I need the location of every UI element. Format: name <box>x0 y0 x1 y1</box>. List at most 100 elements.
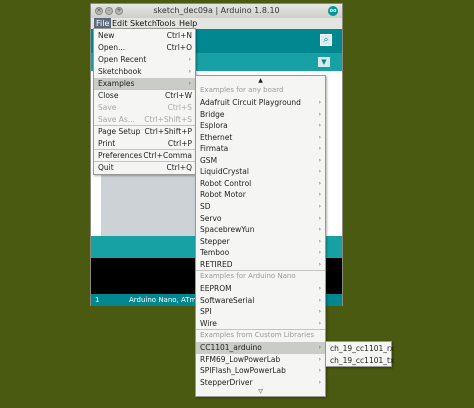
example-item[interactable]: LiquidCrystal › <box>196 166 325 178</box>
menu-item-shortcut: Ctrl+N <box>166 31 192 40</box>
file-menu-item-save: Save Ctrl+S <box>94 102 195 114</box>
example-item[interactable]: Robot Control › <box>196 178 325 190</box>
submenu-arrow-icon: › <box>318 99 321 106</box>
menu-divider <box>94 125 195 126</box>
submenu-arrow-icon: › <box>318 344 321 351</box>
menu-item-label: Close <box>98 91 119 100</box>
menu-item-label: Wire <box>200 318 217 328</box>
example-item[interactable]: Firmata › <box>196 143 325 155</box>
submenu-arrow-icon: › <box>188 68 191 75</box>
example-item[interactable]: Esplora › <box>196 120 325 132</box>
submenu-arrow-icon: › <box>318 226 321 234</box>
line-number: 1 <box>95 296 100 304</box>
menu-item-label: Temboo <box>200 248 230 258</box>
example-item[interactable]: SPIFlash_LowPowerLab › <box>196 365 325 377</box>
submenu-arrow-icon: › <box>318 319 321 327</box>
example-item[interactable]: Bridge › <box>196 109 325 121</box>
scroll-up-icon[interactable]: ▲ <box>196 76 325 85</box>
example-item[interactable]: RETIRED › <box>196 259 325 271</box>
menu-item-label: Open Recent <box>98 55 147 64</box>
window-title: sketch_dec09a | Arduino 1.8.10 <box>153 6 280 15</box>
example-item[interactable]: Ethernet › <box>196 132 325 144</box>
menu-divider <box>94 161 195 162</box>
example-item[interactable]: Robot Motor › <box>196 189 325 201</box>
menu-item-shortcut: Ctrl+O <box>166 43 192 52</box>
submenu-arrow-icon: › <box>318 367 321 375</box>
menu-item-label: SPI <box>200 307 212 317</box>
menu-item-label: RFM69_LowPowerLab <box>200 354 281 364</box>
cc1101-example-item[interactable]: ch_19_cc1101_rx <box>326 343 395 355</box>
example-item[interactable]: SPI › <box>196 306 325 318</box>
menu-item-label: Esplora <box>200 121 228 131</box>
submenu-arrow-icon: › <box>318 179 321 187</box>
submenu-arrow-icon: › <box>188 56 191 63</box>
submenu-arrow-icon: › <box>318 122 321 130</box>
menu-item-label: SpacebrewYun <box>200 225 255 235</box>
submenu-arrow-icon: › <box>318 110 321 118</box>
menu-divider <box>94 89 195 90</box>
examples-menu: ▲ Examples for any board Adafruit Circuit … <box>195 75 326 397</box>
section-header-label: Examples for Arduino Nano <box>200 272 296 280</box>
menu-item-label: New <box>98 31 115 40</box>
submenu-arrow-icon: › <box>318 168 321 176</box>
section-header-label: Examples for any board <box>200 86 284 94</box>
example-item[interactable]: SpacebrewYun › <box>196 224 325 236</box>
menu-item-label: Bridge <box>200 109 225 119</box>
example-item[interactable]: CC1101_arduino › <box>196 342 325 354</box>
submenu-arrow-icon: › <box>318 145 321 153</box>
menu-item-label: Adafruit Circuit Playground <box>200 98 301 107</box>
example-item[interactable]: Wire › <box>196 318 325 330</box>
file-menu-item-new[interactable]: New Ctrl+N <box>94 30 195 42</box>
cc1101-submenu: ch_19_cc1101_rx ch_19_cc1101_tx <box>325 341 395 367</box>
submenu-arrow-icon: › <box>318 260 321 268</box>
menu-item-label: Save <box>98 103 117 112</box>
menu-item-label: RETIRED <box>200 259 233 269</box>
file-menu-item-open-recent[interactable]: Open Recent › <box>94 54 195 66</box>
example-item[interactable]: Servo › <box>196 213 325 225</box>
submenu-arrow-icon: › <box>318 202 321 210</box>
menu-item-label: Servo <box>200 213 222 223</box>
example-item[interactable]: Temboo › <box>196 247 325 259</box>
header-custom-libraries: Examples from Custom Libraries <box>196 330 325 341</box>
menu-item-label: Quit <box>98 163 114 172</box>
menu-item-label: Firmata <box>200 144 229 154</box>
menu-divider <box>94 149 195 150</box>
menu-item-label: SoftwareSerial <box>200 295 255 305</box>
example-item[interactable]: SoftwareSerial › <box>196 295 325 307</box>
example-item[interactable]: Stepper › <box>196 236 325 248</box>
file-menu-item-quit[interactable]: Quit Ctrl+Q <box>94 162 195 174</box>
submenu-arrow-icon: › <box>318 133 321 141</box>
scroll-down-icon[interactable]: ▽ <box>196 387 325 396</box>
submenu-arrow-icon: › <box>318 191 321 199</box>
menu-item-label: Robot Motor <box>200 190 246 200</box>
menu-item-shortcut: Ctrl+W <box>164 91 192 100</box>
section-header-label: Examples from Custom Libraries <box>200 331 315 339</box>
tab-menu-button[interactable]: ▼ <box>318 57 330 67</box>
menu-item-shortcut: Ctrl+Q <box>166 163 192 172</box>
example-item[interactable]: EEPROM › <box>196 283 325 295</box>
file-menu: New Ctrl+N Open... Ctrl+O Open Recent › Sketch… <box>93 28 196 175</box>
arduino-logo-icon: oo <box>328 6 338 16</box>
file-menu-item-sketchbook[interactable]: Sketchbook › <box>94 66 195 78</box>
menu-item-label: Stepper <box>200 236 230 246</box>
example-item[interactable]: Adafruit Circuit Playground › <box>196 97 325 109</box>
serial-monitor-button[interactable]: ⌕ <box>320 34 332 46</box>
example-item[interactable]: GSM › <box>196 155 325 167</box>
menu-item-label: Ethernet <box>200 132 233 142</box>
menu-item-label: SPIFlash_LowPowerLab <box>200 366 286 376</box>
file-menu-item-close[interactable]: Close Ctrl+W <box>94 90 195 102</box>
title-bar[interactable]: × - + sketch_dec09a | Arduino 1.8.10 oo <box>91 4 342 18</box>
example-item[interactable]: RFM69_LowPowerLab › <box>196 354 325 366</box>
menu-item-label: GSM <box>200 155 218 165</box>
submenu-arrow-icon: › <box>318 308 321 316</box>
menu-item-label: EEPROM <box>200 284 232 293</box>
menu-item-label: Robot Control <box>200 178 252 188</box>
cc1101-example-item[interactable]: ch_19_cc1101_tx <box>326 355 394 367</box>
submenu-arrow-icon: › <box>318 285 321 292</box>
file-menu-item-page-setup[interactable]: Page Setup Ctrl+Shift+P <box>94 126 195 138</box>
menu-item-label: ch_19_cc1101_rx <box>330 344 395 353</box>
menu-item-label: LiquidCrystal <box>200 167 249 177</box>
menu-item-label: Page Setup <box>98 127 141 136</box>
example-item[interactable]: SD › <box>196 201 325 213</box>
file-menu-item-open[interactable]: Open... Ctrl+O <box>94 42 195 54</box>
